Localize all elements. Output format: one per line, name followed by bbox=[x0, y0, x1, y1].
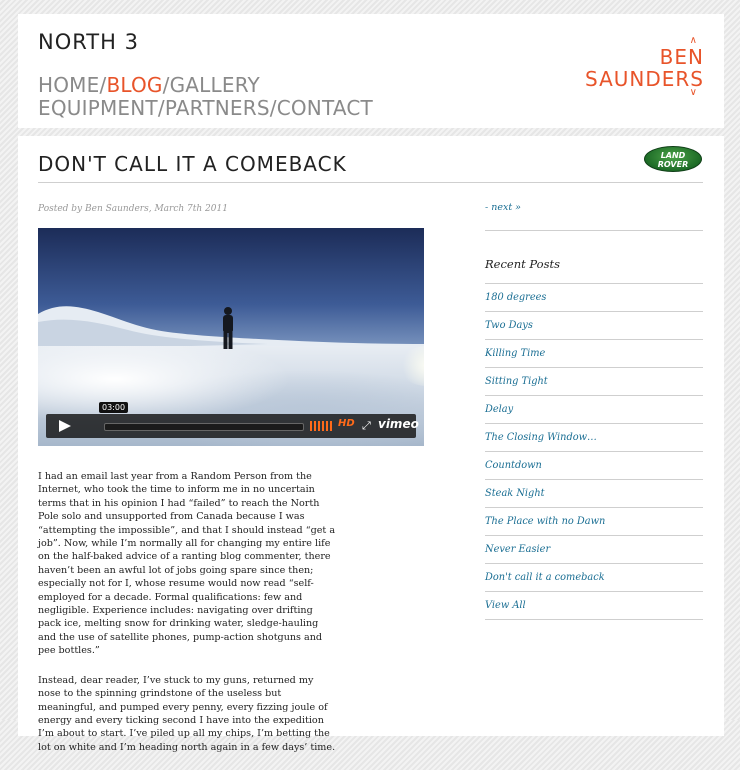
fullscreen-icon[interactable]: ⤢ bbox=[362, 419, 371, 433]
recent-posts-heading: Recent Posts bbox=[485, 257, 561, 271]
nav-partners[interactable]: PARTNERS bbox=[165, 96, 270, 120]
sponsor-line-2: ROVER bbox=[657, 160, 689, 169]
site-title[interactable]: NORTH 3 bbox=[38, 30, 139, 54]
recent-post-link[interactable]: Don't call it a comeback bbox=[485, 564, 703, 592]
recent-post-link[interactable]: The Closing Window… bbox=[485, 424, 703, 452]
nav-line-1: HOME/BLOG/GALLERY bbox=[38, 74, 373, 97]
recent-post-link[interactable]: Steak Night bbox=[485, 480, 703, 508]
video-player[interactable]: 03:00 HD ⤢ vimeo bbox=[38, 228, 424, 446]
nav-equipment[interactable]: EQUIPMENT bbox=[38, 96, 158, 120]
recent-post-link[interactable]: Sitting Tight bbox=[485, 368, 703, 396]
hd-toggle[interactable]: HD bbox=[338, 418, 355, 429]
nav-home[interactable]: HOME bbox=[38, 73, 99, 97]
nav-contact[interactable]: CONTACT bbox=[277, 96, 373, 120]
site-header: NORTH 3 HOME/BLOG/GALLERY EQUIPMENT/PART… bbox=[18, 14, 724, 128]
person-silhouette bbox=[223, 307, 233, 349]
post-paragraph: I had an email last year from a Random P… bbox=[38, 471, 336, 657]
player-controls: 03:00 HD ⤢ vimeo bbox=[46, 402, 419, 438]
main-nav: HOME/BLOG/GALLERY EQUIPMENT/PARTNERS/CON… bbox=[38, 74, 373, 120]
recent-posts-list: 180 degrees Two Days Killing Time Sittin… bbox=[485, 283, 703, 620]
post-paragraph: Instead, dear reader, I’ve stuck to my g… bbox=[38, 674, 336, 753]
nav-gallery[interactable]: GALLERY bbox=[170, 73, 260, 97]
post-title: DON'T CALL IT A COMEBACK bbox=[38, 152, 347, 176]
recent-post-link[interactable]: Countdown bbox=[485, 452, 703, 480]
nav-separator: / bbox=[162, 73, 170, 97]
view-all-link[interactable]: View All bbox=[485, 592, 703, 620]
post-body: I had an email last year from a Random P… bbox=[38, 470, 338, 770]
volume-icon[interactable] bbox=[310, 421, 334, 431]
sponsor-logo[interactable]: LAND ROVER bbox=[644, 146, 702, 172]
brand-logo[interactable]: ∧ BEN SAUNDERS ∨ bbox=[585, 36, 704, 98]
recent-post-link[interactable]: The Place with no Dawn bbox=[485, 508, 703, 536]
recent-post-link[interactable]: 180 degrees bbox=[485, 284, 703, 312]
vimeo-logo[interactable]: vimeo bbox=[378, 417, 419, 431]
brand-line-2: SAUNDERS bbox=[585, 67, 704, 91]
video-time: 03:00 bbox=[99, 402, 129, 413]
progress-bar[interactable] bbox=[104, 423, 304, 431]
sponsor-line-1: LAND bbox=[660, 151, 686, 160]
divider bbox=[485, 230, 703, 231]
play-icon[interactable] bbox=[46, 414, 80, 438]
brand-line-1: BEN bbox=[659, 45, 704, 69]
divider bbox=[38, 182, 703, 183]
recent-post-link[interactable]: Never Easier bbox=[485, 536, 703, 564]
recent-post-link[interactable]: Two Days bbox=[485, 312, 703, 340]
next-post-link[interactable]: - next » bbox=[485, 202, 521, 213]
recent-post-link[interactable]: Killing Time bbox=[485, 340, 703, 368]
nav-blog[interactable]: BLOG bbox=[106, 73, 162, 97]
post-meta: Posted by Ben Saunders, March 7th 2011 bbox=[38, 204, 228, 214]
nav-line-2: EQUIPMENT/PARTNERS/CONTACT bbox=[38, 97, 373, 120]
nav-separator: / bbox=[157, 96, 165, 120]
nav-separator: / bbox=[269, 96, 277, 120]
recent-post-link[interactable]: Delay bbox=[485, 396, 703, 424]
main-content: DON'T CALL IT A COMEBACK LAND ROVER Post… bbox=[18, 136, 724, 753]
